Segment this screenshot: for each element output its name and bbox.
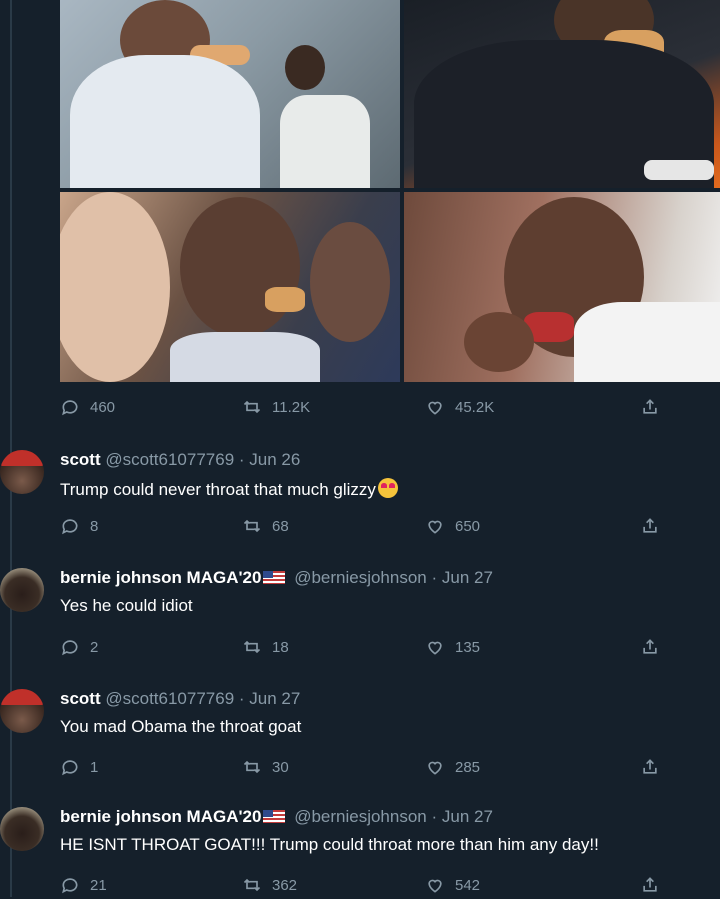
tweet-date[interactable]: · Jun 27 [239,689,300,708]
heart-eyes-emoji-icon [377,478,398,498]
avatar[interactable] [0,568,44,612]
like-button[interactable]: 45.2K [425,397,494,417]
handle[interactable]: @berniesjohnson [294,568,427,587]
share-button[interactable] [640,875,660,895]
share-button[interactable] [640,516,660,536]
retweet-icon [243,519,261,533]
reply-button[interactable]: 21 [60,875,107,895]
handle[interactable]: @berniesjohnson [294,807,427,826]
tweet-text: HE ISNT THROAT GOAT!!! Trump could throa… [60,835,599,854]
tweet-photo-grid[interactable] [60,0,720,382]
retweet-count: 11.2K [272,398,311,416]
tweet-text: Trump could never throat that much glizz… [60,478,398,500]
reply-actions: 21 362 542 [60,875,660,899]
display-name[interactable]: bernie johnson MAGA'20 [60,807,261,826]
tweet-header: scott @scott61077769 · Jun 27 [60,689,300,709]
share-icon [643,399,657,414]
reply-icon [62,519,78,535]
tweet-header: bernie johnson MAGA'20 @berniesjohnson ·… [60,568,493,588]
share-button[interactable] [640,637,660,657]
reply-actions: 1 30 285 [60,757,660,781]
heart-icon [428,879,442,893]
like-count: 650 [455,517,481,535]
handle[interactable]: @scott61077769 [105,689,234,708]
retweet-count: 362 [272,876,298,894]
retweet-icon [243,760,261,774]
thread-line [10,0,12,897]
share-icon [643,759,657,774]
reply-actions: 2 18 135 [60,637,660,661]
reply-count: 2 [90,638,99,656]
like-button[interactable]: 285 [425,757,480,777]
reply-count: 1 [90,758,99,776]
reply-actions: 8 68 650 [60,516,660,540]
main-tweet-actions: 460 11.2K 45.2K [60,397,660,421]
photo-2[interactable] [404,0,720,188]
photo-1[interactable] [60,0,400,188]
tweet-text: Yes he could idiot [60,596,193,615]
reply-button[interactable]: 2 [60,637,98,657]
tweet-text-content: Trump could never throat that much glizz… [60,480,376,499]
tweet-text: You mad Obama the throat goat [60,717,302,736]
heart-icon [428,520,442,534]
retweet-icon [243,400,261,414]
retweet-count: 68 [272,517,289,535]
retweet-count: 18 [272,638,289,656]
us-flag-icon [263,810,286,823]
display-name[interactable]: bernie johnson MAGA'20 [60,568,261,587]
display-name[interactable]: scott [60,450,101,469]
heart-icon [428,641,442,655]
share-button[interactable] [640,397,660,417]
reply-count: 460 [90,398,116,416]
tweet-date[interactable]: · Jun 27 [432,807,493,826]
tweet-date[interactable]: · Jun 27 [432,568,493,587]
share-icon [643,639,657,654]
share-icon [643,518,657,533]
like-button[interactable]: 135 [425,637,480,657]
display-name[interactable]: scott [60,689,101,708]
reply-button[interactable]: 460 [60,397,115,417]
tweet-header: bernie johnson MAGA'20 @berniesjohnson ·… [60,807,493,827]
reply-icon [62,878,78,894]
retweet-count: 30 [272,758,289,776]
like-count: 285 [455,758,481,776]
avatar[interactable] [0,450,44,494]
retweet-button[interactable]: 362 [242,875,297,895]
reply-count: 8 [90,517,99,535]
reply-count: 21 [90,876,107,894]
avatar[interactable] [0,689,44,733]
photo-4[interactable] [404,192,720,382]
retweet-button[interactable]: 68 [242,516,289,536]
share-icon [643,877,657,892]
handle[interactable]: @scott61077769 [105,450,234,469]
like-count: 135 [455,638,481,656]
like-count: 542 [455,876,481,894]
retweet-button[interactable]: 18 [242,637,289,657]
reply-button[interactable]: 8 [60,516,98,536]
reply-icon [62,760,78,776]
tweet-header: scott @scott61077769 · Jun 26 [60,450,300,470]
like-count: 45.2K [455,398,495,416]
like-button[interactable]: 650 [425,516,480,536]
reply-icon [62,640,78,656]
retweet-icon [243,640,261,654]
share-button[interactable] [640,757,660,777]
heart-icon [428,761,442,775]
reply-icon [62,400,78,416]
reply-button[interactable]: 1 [60,757,98,777]
heart-icon [428,401,442,415]
avatar[interactable] [0,807,44,851]
like-button[interactable]: 542 [425,875,480,895]
retweet-button[interactable]: 30 [242,757,289,777]
us-flag-icon [263,571,286,584]
retweet-icon [243,878,261,892]
retweet-button[interactable]: 11.2K [242,397,310,417]
tweet-date[interactable]: · Jun 26 [239,450,300,469]
photo-3[interactable] [60,192,400,382]
